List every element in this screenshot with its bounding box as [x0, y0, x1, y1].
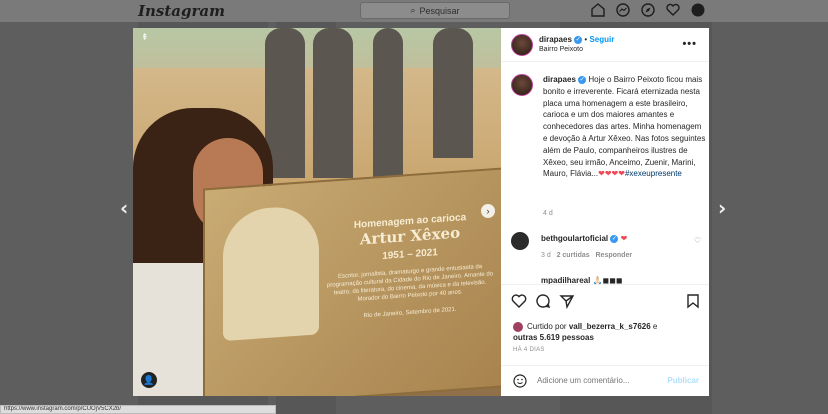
save-bookmark-icon[interactable]: [685, 293, 701, 309]
more-options-icon[interactable]: •••: [682, 38, 697, 50]
photo-person: [433, 28, 473, 158]
share-paper-plane-icon[interactable]: [559, 293, 575, 310]
author-username[interactable]: dirapaes: [539, 35, 572, 44]
emoji-smiley-icon[interactable]: [513, 374, 527, 390]
post-actions: Curtido por vall_bezerra_k_s7626 e outra…: [501, 284, 709, 396]
post-age: HÁ 4 DIAS: [513, 347, 545, 353]
comment-body: bethgoulartoficial ✓ ❤: [541, 234, 627, 243]
activity-heart-icon[interactable]: [665, 2, 681, 18]
explore-icon[interactable]: [640, 2, 656, 18]
search-input[interactable]: ⌕ Pesquisar: [360, 2, 510, 19]
carousel-next-button[interactable]: ›: [481, 204, 495, 218]
comment-reply-button[interactable]: Responder: [596, 252, 633, 259]
plaque-body: Escritor, jornalista, dramaturgo e grand…: [326, 263, 494, 303]
top-navigation: Instagram ⌕ Pesquisar: [0, 0, 828, 22]
messenger-icon[interactable]: [615, 2, 631, 18]
commenter-avatar[interactable]: [511, 232, 529, 250]
tagged-users-icon[interactable]: 👤: [141, 372, 157, 388]
author-info: dirapaes ✓ • Seguir Bairro Peixoto: [539, 35, 614, 53]
previous-post-arrow[interactable]: ‹: [120, 196, 128, 220]
carousel-indicator-icon: ⇞: [141, 32, 149, 42]
post-sidebar: dirapaes ✓ • Seguir Bairro Peixoto ••• d…: [501, 28, 709, 396]
liked-by-summary: Curtido por vall_bezerra_k_s7626 e outra…: [513, 321, 703, 343]
publish-button[interactable]: Publicar: [667, 376, 699, 385]
verified-badge-icon: ✓: [610, 234, 619, 243]
comment-bubble-icon[interactable]: [535, 293, 551, 309]
caption-time: 4 d: [543, 210, 553, 217]
comment-meta: 3 d 2 curtidas Responder: [541, 252, 632, 259]
like-heart-icon[interactable]: [511, 293, 527, 309]
next-post-arrow[interactable]: ›: [718, 196, 726, 220]
plaque-footer: Rio de Janeiro, Setembro de 2021.: [363, 306, 457, 320]
plaque-portrait-relief: [223, 204, 319, 342]
comment-likes[interactable]: 2 curtidas: [557, 252, 590, 259]
caption-text-block: dirapaes ✓ Hoje o Bairro Peixoto ficou m…: [543, 74, 707, 180]
caption-text: Hoje o Bairro Peixoto ficou mais bonito …: [543, 75, 706, 179]
photo-person: [313, 28, 353, 178]
home-icon[interactable]: [590, 2, 606, 18]
comment-like-heart-icon[interactable]: ♡: [694, 236, 701, 245]
comment-item: mpadilhareal 🙏🏻◼◼◼: [511, 274, 701, 284]
comment-text: 🙏🏻◼◼◼: [592, 276, 623, 284]
post-modal: Homenagem ao carioca Artur Xêxeo 1951 – …: [133, 28, 709, 396]
liker-avatar: [513, 322, 523, 332]
search-placeholder: Pesquisar: [419, 5, 460, 16]
instagram-logo[interactable]: Instagram: [138, 2, 225, 20]
liked-by-user[interactable]: vall_bezerra_k_s7626: [569, 322, 651, 331]
follow-button[interactable]: Seguir: [589, 35, 614, 44]
post-location[interactable]: Bairro Peixoto: [539, 46, 614, 53]
post-photo[interactable]: Homenagem ao carioca Artur Xêxeo 1951 – …: [133, 28, 501, 396]
comment-body: mpadilhareal 🙏🏻◼◼◼: [541, 276, 622, 284]
search-icon: ⌕: [410, 5, 416, 15]
add-comment-input[interactable]: [537, 376, 647, 385]
add-comment-bar: Publicar: [501, 365, 709, 397]
photo-person: [373, 28, 403, 178]
post-header: dirapaes ✓ • Seguir Bairro Peixoto •••: [501, 28, 709, 62]
comment-time: 3 d: [541, 252, 551, 259]
verified-badge-icon: ✓: [574, 35, 583, 44]
nav-icons: [590, 2, 706, 18]
verified-badge-icon: ✓: [578, 75, 587, 84]
comment-text: ❤: [620, 234, 628, 243]
caption-hashtag[interactable]: #xexeupresente: [625, 169, 682, 178]
comment-username[interactable]: bethgoulartoficial: [541, 234, 608, 243]
browser-status-url: https://www.instagram.com/p/CUOjV5CX2b/: [0, 405, 276, 414]
liked-by-prefix: Curtido por: [527, 322, 567, 331]
liked-by-others[interactable]: outras 5.619 pessoas: [513, 333, 594, 342]
comment-username[interactable]: mpadilhareal: [541, 276, 590, 284]
liked-by-mid: e: [652, 322, 658, 331]
profile-avatar-icon[interactable]: [690, 2, 706, 18]
plaque-text: Homenagem ao carioca Artur Xêxeo 1951 – …: [325, 210, 495, 322]
dot-separator: •: [584, 35, 588, 44]
commemorative-plaque: Homenagem ao carioca Artur Xêxeo 1951 – …: [203, 167, 501, 396]
author-avatar[interactable]: [511, 34, 533, 56]
caption-author-avatar[interactable]: [511, 74, 533, 96]
caption-username[interactable]: dirapaes: [543, 75, 576, 84]
caption-hearts: ❤❤❤❤: [598, 169, 625, 179]
